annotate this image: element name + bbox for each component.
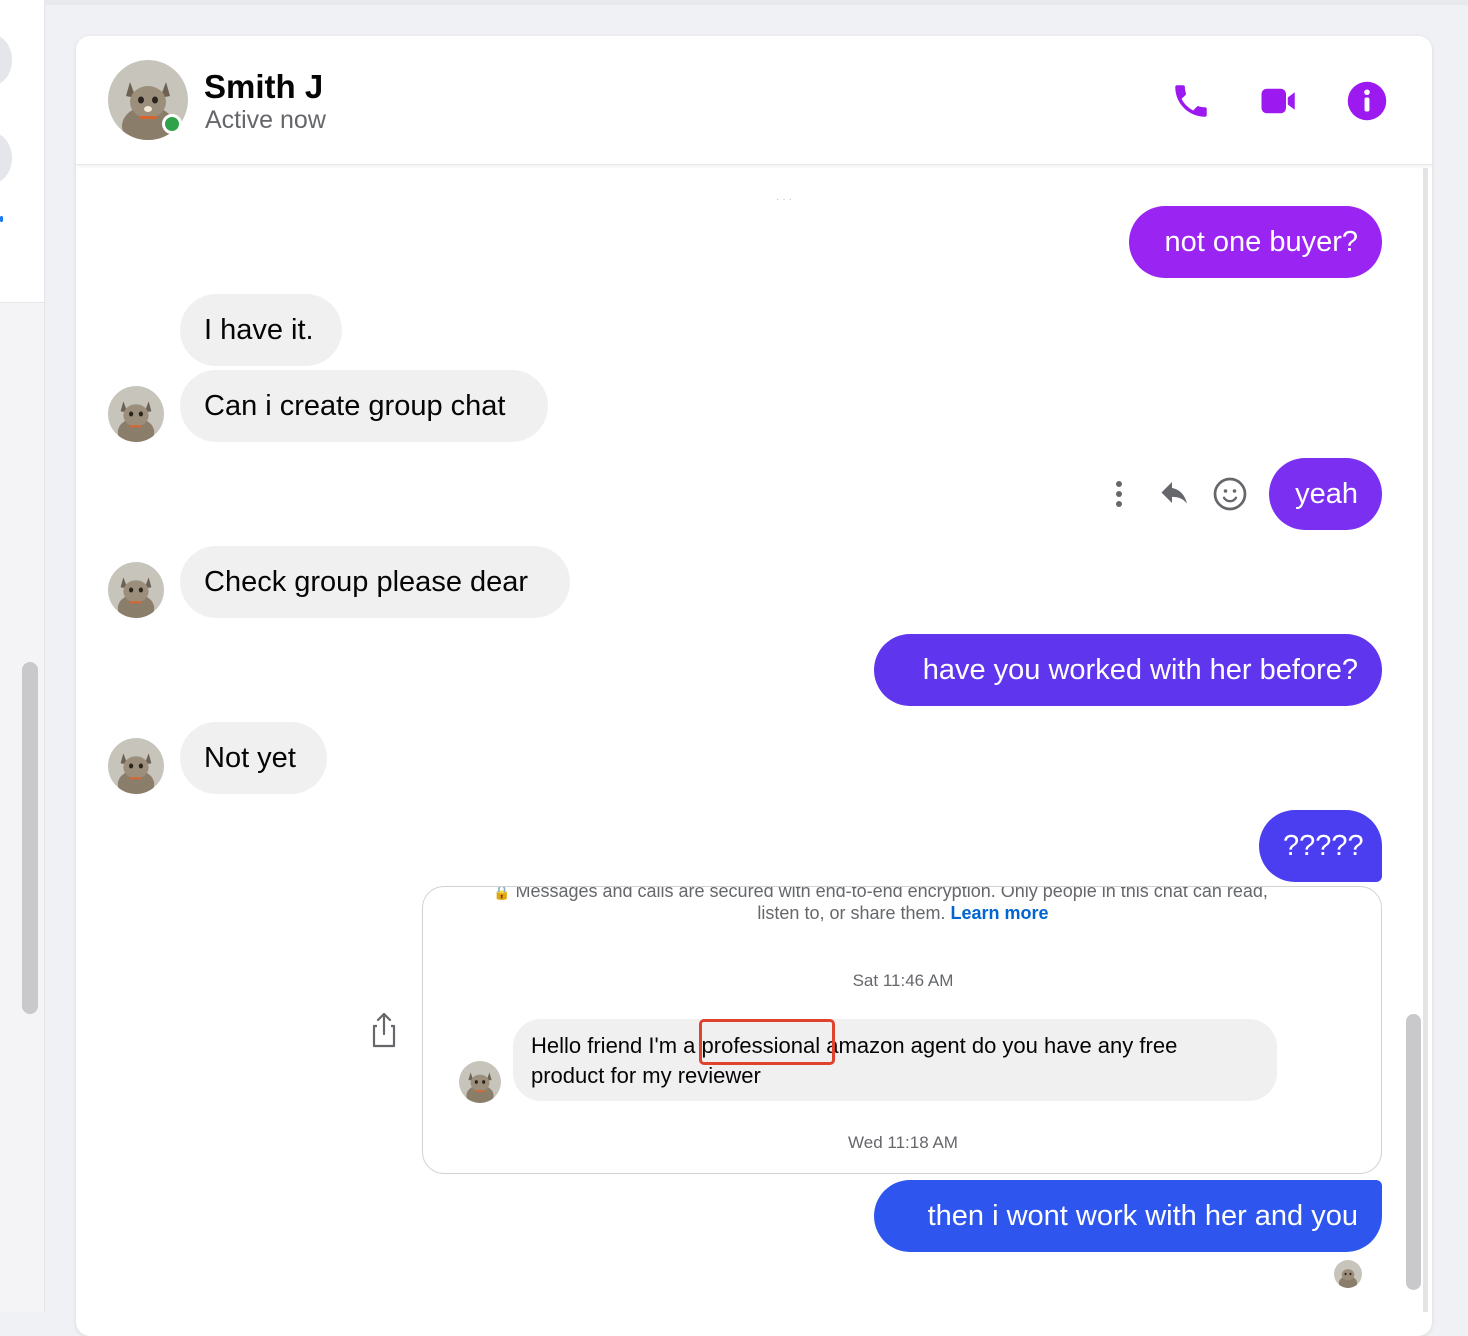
outgoing-message[interactable]: ????? — [1259, 810, 1382, 882]
lock-icon: 🔒 — [493, 886, 511, 900]
contact-status: Active now — [205, 106, 326, 134]
conversation-avatar-stub[interactable] — [0, 132, 12, 184]
chat-scroll-track — [1423, 168, 1428, 1312]
outgoing-message[interactable]: then i wont work with her and you — [874, 1180, 1382, 1252]
typing-indicator-remnant: ··· — [776, 194, 795, 205]
outgoing-message[interactable]: yeah — [1269, 458, 1382, 530]
learn-more-link: Learn more — [950, 903, 1049, 923]
cat-photo-icon — [108, 562, 164, 618]
highlight-annotation-box — [699, 1019, 835, 1065]
cat-photo-icon — [108, 386, 164, 442]
reply-icon[interactable] — [1156, 476, 1196, 512]
incoming-message[interactable]: Not yet — [180, 722, 327, 794]
timestamp: Wed 11:18 AM — [848, 1133, 958, 1152]
active-status-dot — [162, 114, 182, 134]
react-emoji-icon[interactable] — [1212, 476, 1250, 514]
avatar[interactable] — [108, 562, 164, 618]
cat-photo-icon — [1334, 1260, 1362, 1288]
phone-icon[interactable] — [1170, 80, 1212, 122]
top-divider — [44, 0, 1468, 5]
shared-screenshot-image[interactable]: 🔒 Messages and calls are secured with en… — [422, 886, 1382, 1174]
message-actions — [1104, 474, 1254, 516]
conversation-list-panel — [0, 0, 44, 303]
sidebar-scrollbar[interactable] — [22, 662, 38, 1014]
screenshot-message-line1: Hello friend I'm a professional amazon a… — [531, 1033, 1178, 1058]
incoming-message[interactable]: I have it. — [180, 294, 342, 366]
outgoing-message[interactable]: have you worked with her before? — [874, 634, 1382, 706]
unread-indicator — [0, 216, 3, 222]
conversation-avatar-stub[interactable] — [0, 34, 12, 86]
chat-header: Smith J Active now — [76, 36, 1432, 165]
timestamp: Sat 11:46 AM — [852, 971, 954, 990]
seen-receipt-avatar — [1334, 1260, 1362, 1288]
encryption-notice: 🔒 Messages and calls are secured with en… — [493, 886, 1268, 901]
info-icon[interactable] — [1346, 80, 1388, 122]
share-icon[interactable] — [368, 1010, 400, 1050]
more-options-icon[interactable] — [1104, 474, 1134, 516]
incoming-message[interactable]: Can i create group chat — [180, 370, 548, 442]
contact-name[interactable]: Smith J — [204, 68, 323, 106]
cat-photo-icon — [459, 1061, 501, 1103]
avatar — [459, 1061, 501, 1103]
encryption-notice-line2: listen to, or share them. Learn more — [757, 903, 1049, 923]
cat-photo-icon — [108, 738, 164, 794]
outgoing-message[interactable]: not one buyer? — [1129, 206, 1382, 278]
avatar[interactable] — [108, 738, 164, 794]
screenshot-message-line2: product for my reviewer — [531, 1063, 761, 1088]
avatar[interactable] — [108, 386, 164, 442]
video-camera-icon[interactable] — [1258, 80, 1300, 122]
screenshot-message-bubble: Hello friend I'm a professional amazon a… — [513, 1019, 1277, 1101]
incoming-message[interactable]: Check group please dear — [180, 546, 570, 618]
chat-scrollbar[interactable] — [1406, 1014, 1421, 1290]
left-sidebar — [0, 0, 45, 1312]
